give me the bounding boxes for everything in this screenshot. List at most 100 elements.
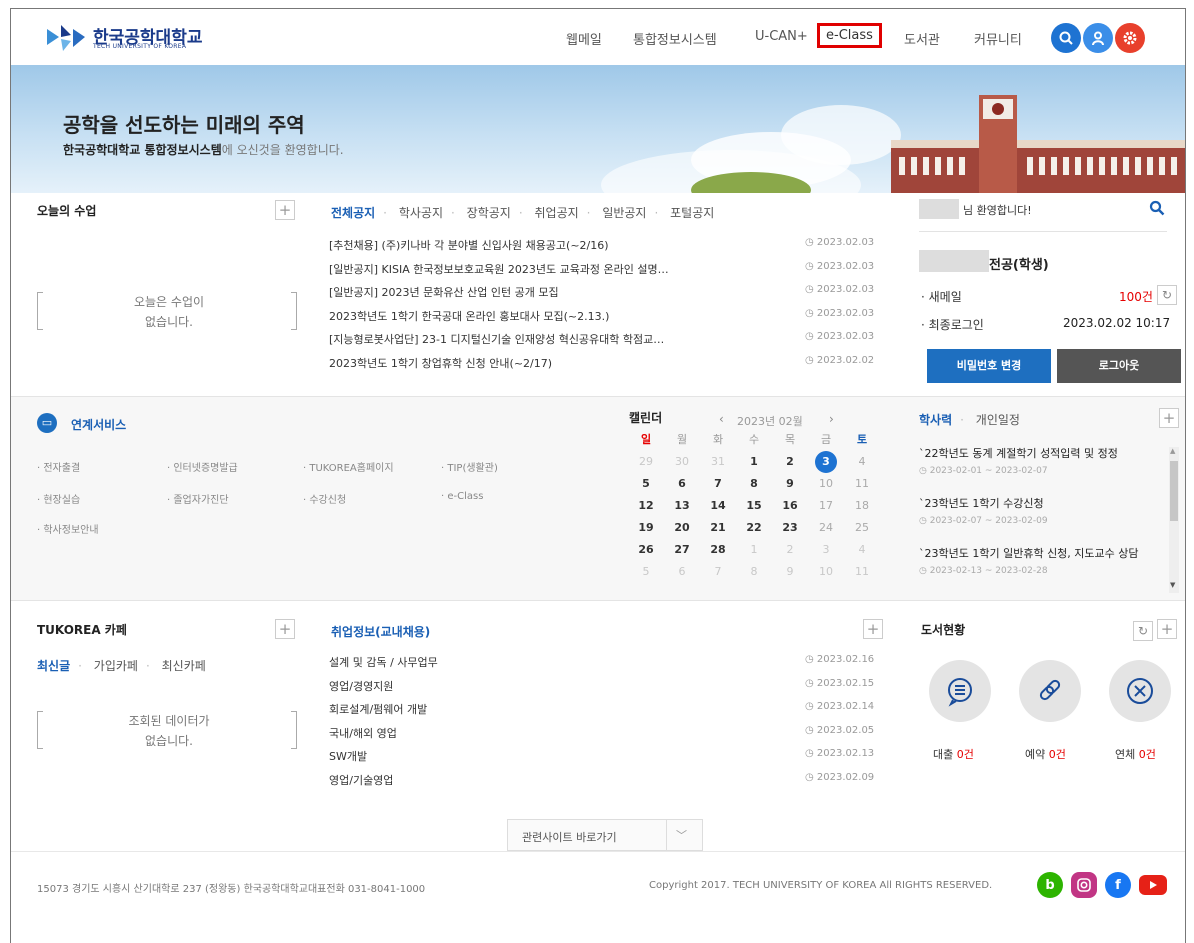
calendar-day[interactable]: 21 [703, 521, 733, 534]
notice-item-title[interactable]: 2023학년도 1학기 한국공대 온라인 홍보대사 모집(~2.13.) [329, 308, 799, 324]
tab-latest-posts[interactable]: 최신글 [37, 659, 70, 673]
calendar-day[interactable]: 3 [811, 543, 841, 556]
scrollbar-thumb[interactable] [1170, 461, 1178, 521]
overdue-icon[interactable] [1109, 660, 1171, 722]
service-link-label[interactable]: 현장실습 [43, 495, 80, 506]
nav-community[interactable]: 커뮤니티 [974, 29, 1022, 48]
nav-ucan[interactable]: U-CAN+ [755, 29, 808, 44]
calendar-day[interactable]: 5 [631, 565, 661, 578]
scroll-up-icon[interactable]: ▲ [1170, 447, 1175, 455]
new-mail-count[interactable]: 100건 [1119, 288, 1153, 305]
tab-academic-calendar[interactable]: 학사력 [919, 413, 952, 427]
schedule-item-title[interactable]: `23학년도 1학기 수강신청 [919, 495, 1044, 511]
university-logo-icon[interactable] [43, 23, 87, 53]
service-link-label[interactable]: TIP(생활관) [447, 463, 498, 474]
calendar-day[interactable]: 13 [667, 499, 697, 512]
schedule-item-title[interactable]: `23학년도 1학기 일반휴학 신청, 지도교수 상담 [919, 545, 1139, 561]
search-icon[interactable] [1051, 23, 1081, 53]
calendar-day[interactable]: 12 [631, 499, 661, 512]
job-item[interactable]: 설계 및 감독 / 사무업무 ◷ 2023.02.16 [329, 650, 909, 674]
calendar-day[interactable]: 18 [847, 499, 877, 512]
service-link[interactable]: · 학사정보안내 [37, 521, 99, 536]
nav-webmail[interactable]: 웹메일 [566, 29, 602, 48]
logout-button[interactable]: 로그아웃 [1057, 349, 1181, 383]
calendar-day[interactable]: 9 [775, 477, 805, 490]
scroll-down-icon[interactable]: ▼ [1170, 581, 1175, 589]
notice-item-title[interactable]: [일반공지] 2023년 문화유산 산업 인턴 공개 모집 [329, 284, 799, 300]
service-link[interactable]: · 수강신청 [303, 491, 346, 506]
calendar-day[interactable]: 2 [775, 543, 805, 556]
calendar-day[interactable]: 28 [703, 543, 733, 556]
calendar-day[interactable]: 19 [631, 521, 661, 534]
calendar-day[interactable]: 7 [703, 477, 733, 490]
job-item[interactable]: 회로설계/펌웨어 개발 ◷ 2023.02.14 [329, 697, 909, 721]
service-link[interactable]: · 현장실습 [37, 491, 80, 506]
job-item[interactable]: 국내/해외 영업 ◷ 2023.02.05 [329, 721, 909, 745]
nav-library[interactable]: 도서관 [904, 29, 940, 48]
job-item-title[interactable]: 영업/경영지원 [329, 678, 799, 694]
schedule-scrollbar[interactable]: ▲ ▼ [1169, 447, 1179, 593]
library-loan[interactable]: 대출 0건 [933, 746, 974, 762]
service-link[interactable]: · TUKOREA홈페이지 [303, 459, 394, 474]
tab-portal-notice[interactable]: 포털공지 [670, 206, 714, 220]
prev-month-icon[interactable]: ‹ [719, 412, 724, 426]
service-link[interactable]: · 전자출결 [37, 459, 80, 474]
job-item[interactable]: 영업/기술영업 ◷ 2023.02.09 [329, 768, 909, 792]
today-marker[interactable]: 3 [815, 451, 837, 473]
calendar-day[interactable]: 24 [811, 521, 841, 534]
instagram-icon[interactable] [1071, 872, 1097, 898]
tab-job-notice[interactable]: 취업공지 [534, 206, 578, 220]
loan-icon[interactable] [929, 660, 991, 722]
calendar-day[interactable]: 25 [847, 521, 877, 534]
calendar-day[interactable]: 27 [667, 543, 697, 556]
calendar-day[interactable]: 29 [631, 455, 661, 468]
next-month-icon[interactable]: › [829, 412, 834, 426]
today-class-more-button[interactable]: + [275, 200, 295, 220]
library-more-button[interactable]: + [1157, 619, 1177, 639]
service-link-label[interactable]: e-Class [447, 491, 483, 502]
calendar-day[interactable]: 1 [739, 455, 769, 468]
calendar-day[interactable]: 8 [739, 565, 769, 578]
tab-general-notice[interactable]: 일반공지 [602, 206, 646, 220]
nav-eclass[interactable]: e-Class [817, 23, 882, 48]
schedule-item-title[interactable]: `22학년도 동계 계절학기 성적입력 및 정정 [919, 445, 1118, 461]
notice-item[interactable]: [추천채용] (주)키나바 각 분야별 신입사원 채용공고(~2/16) ◷ 20… [329, 233, 909, 257]
user-search-icon[interactable] [1149, 200, 1165, 219]
calendar-day[interactable]: 22 [739, 521, 769, 534]
calendar-day[interactable]: 15 [739, 499, 769, 512]
calendar-day[interactable]: 20 [667, 521, 697, 534]
calendar-day[interactable]: 9 [775, 565, 805, 578]
job-item-title[interactable]: 회로설계/펌웨어 개발 [329, 701, 799, 717]
job-item-title[interactable]: 설계 및 감독 / 사무업무 [329, 654, 799, 670]
gear-icon[interactable] [1115, 23, 1145, 53]
service-link[interactable]: · TIP(생활관) [441, 459, 498, 474]
service-link-label[interactable]: 수강신청 [309, 495, 346, 506]
notice-item-title[interactable]: 2023학년도 1학기 창업휴학 신청 안내(~2/17) [329, 355, 799, 371]
notice-item-title[interactable]: [지능형로봇사업단] 23-1 디지털신기술 인재양성 혁신공유대학 학점교… [329, 331, 799, 347]
service-link-label[interactable]: 학사정보안내 [43, 525, 98, 536]
calendar-day[interactable]: 8 [739, 477, 769, 490]
job-item-title[interactable]: 국내/해외 영업 [329, 725, 799, 741]
calendar-day[interactable]: 10 [811, 477, 841, 490]
calendar-day[interactable]: 4 [847, 455, 877, 468]
service-link-label[interactable]: 인터넷증명발급 [173, 463, 237, 474]
jobs-title[interactable]: 취업정보(교내채용) [331, 623, 430, 640]
calendar-day[interactable]: 17 [811, 499, 841, 512]
calendar-day[interactable]: 6 [667, 565, 697, 578]
user-icon[interactable] [1083, 23, 1113, 53]
calendar-day[interactable]: 31 [703, 455, 733, 468]
library-overdue[interactable]: 연체 0건 [1115, 746, 1156, 762]
calendar-day[interactable]: 6 [667, 477, 697, 490]
calendar-day[interactable]: 11 [847, 477, 877, 490]
calendar-day[interactable]: 4 [847, 543, 877, 556]
notice-item[interactable]: [지능형로봇사업단] 23-1 디지털신기술 인재양성 혁신공유대학 학점교… ◷… [329, 327, 909, 351]
notice-item[interactable]: 2023학년도 1학기 한국공대 온라인 홍보대사 모집(~2.13.) ◷ 20… [329, 304, 909, 328]
calendar-day[interactable]: 10 [811, 565, 841, 578]
calendar-day[interactable]: 1 [739, 543, 769, 556]
nav-integrated-info[interactable]: 통합정보시스템 [633, 29, 717, 48]
tab-latest-cafes[interactable]: 최신카페 [162, 659, 206, 673]
notice-item[interactable]: [일반공지] 2023년 문화유산 산업 인턴 공개 모집 ◷ 2023.02.0… [329, 280, 909, 304]
job-item[interactable]: 영업/경영지원 ◷ 2023.02.15 [329, 674, 909, 698]
youtube-icon[interactable] [1139, 875, 1167, 895]
calendar-day[interactable]: 11 [847, 565, 877, 578]
